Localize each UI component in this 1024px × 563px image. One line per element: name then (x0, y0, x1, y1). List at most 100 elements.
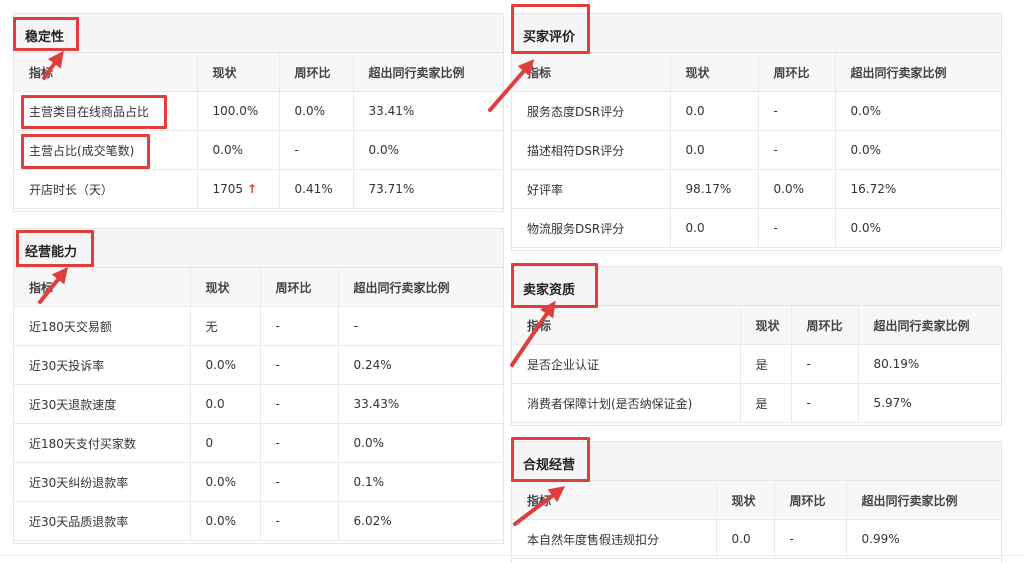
cell-indicator: 近30天投诉率 (14, 345, 191, 385)
cell-indicator: 本自然年度售假违规扣分 (512, 519, 717, 559)
cell-current: 0.0 (189, 384, 261, 424)
cell-indicator: 好评率 (512, 169, 671, 209)
table-row: 近30天品质退款率 0.0% -6.02% (14, 501, 503, 541)
table-row: 近30天纠纷退款率 0.0% -0.1% (14, 462, 503, 502)
cell-current: 无 (189, 306, 261, 346)
cell-exceed: 0.1% (337, 462, 503, 502)
cell-wow: - (790, 344, 859, 384)
cell-indicator: 服务态度DSR评分 (512, 91, 671, 131)
cell-wow: 0.0% (278, 91, 354, 131)
table-row: 物流服务DSR评分 0.0-0.0% (512, 208, 1001, 248)
compliance-table: 指标 现状 周环比 超出同行卖家比例 本自然年度售假违规扣分 0.0-0.99% (512, 481, 1001, 559)
cell-wow: - (757, 91, 836, 131)
cell-exceed: - (337, 306, 503, 346)
cell-wow: - (259, 345, 339, 385)
cell-wow: - (278, 130, 354, 170)
cell-wow: 0.0% (757, 169, 836, 209)
table-row: 开店时长（天） 1705 ↑ 0.41% 73.71% (14, 169, 503, 209)
col-indicator: 指标 (14, 53, 198, 92)
col-current: 现状 (739, 306, 792, 345)
cell-current: 1705 ↑ (196, 169, 280, 209)
table-header-row: 指标 现状 周环比 超出同行卖家比例 (512, 306, 1001, 345)
cell-wow: - (757, 208, 836, 248)
cell-current: 0.0% (196, 130, 280, 170)
col-indicator: 指标 (512, 53, 671, 92)
buyer-review-table: 指标 现状 周环比 超出同行卖家比例 服务态度DSR评分 0.0-0.0% 描述相… (512, 53, 1001, 248)
cell-current: 98.17% (669, 169, 759, 209)
stability-table: 指标 现状 周环比 超出同行卖家比例 主营类目在线商品占比 100.0% 0.0… (14, 53, 503, 209)
cell-exceed: 0.24% (337, 345, 503, 385)
table-row: 服务态度DSR评分 0.0-0.0% (512, 91, 1001, 131)
highlight-box-stability-title (13, 17, 79, 51)
cell-current: 0.0 (669, 91, 759, 131)
trend-up-icon: ↑ (247, 182, 258, 196)
cell-wow: - (259, 384, 339, 424)
highlight-box-buyer-review-title (511, 4, 590, 54)
col-wow: 周环比 (773, 481, 847, 520)
cell-indicator: 近30天纠纷退款率 (14, 462, 191, 502)
seller-qualification-table: 指标 现状 周环比 超出同行卖家比例 是否企业认证是 -80.19% 消费者保障计… (512, 306, 1001, 423)
cell-wow: - (259, 306, 339, 346)
table-row: 是否企业认证是 -80.19% (512, 344, 1001, 384)
table-row: 近180天交易额无 - - (14, 306, 503, 346)
highlight-box-main-ratio (21, 134, 150, 169)
cell-exceed: 0.0% (352, 130, 503, 170)
table-header-row: 指标 现状 周环比 超出同行卖家比例 (512, 53, 1001, 92)
col-indicator: 指标 (512, 481, 717, 520)
cell-indicator: 描述相符DSR评分 (512, 130, 671, 170)
cell-current: 0.0% (189, 345, 261, 385)
cell-current: 0.0 (715, 519, 775, 559)
col-wow: 周环比 (790, 306, 859, 345)
cell-wow: - (259, 501, 339, 541)
cell-exceed: 0.0% (834, 208, 1001, 248)
col-current: 现状 (189, 268, 261, 307)
cell-exceed: 5.97% (857, 383, 1001, 423)
cell-current: 0.0 (669, 208, 759, 248)
highlight-box-category-ratio (21, 95, 167, 129)
table-row: 本自然年度售假违规扣分 0.0-0.99% (512, 519, 1001, 559)
cell-current: 0 (189, 423, 261, 463)
cell-wow: - (259, 423, 339, 463)
cell-exceed: 33.41% (352, 91, 503, 131)
cell-current: 100.0% (196, 91, 280, 131)
cell-indicator: 近30天退款速度 (14, 384, 191, 424)
cell-exceed: 0.0% (337, 423, 503, 463)
cell-current: 是 (739, 344, 792, 384)
col-exceed: 超出同行卖家比例 (857, 306, 1001, 345)
table-row: 近30天投诉率 0.0% -0.24% (14, 345, 503, 385)
cell-current: 0.0% (189, 462, 261, 502)
table-row: 消费者保障计划(是否纳保证金) 是 -5.97% (512, 383, 1001, 423)
table-header-row: 指标 现状 周环比 超出同行卖家比例 (14, 268, 503, 307)
col-exceed: 超出同行卖家比例 (352, 53, 503, 92)
cell-exceed: 0.0% (834, 130, 1001, 170)
cell-exceed: 80.19% (857, 344, 1001, 384)
operation-panel: 经营能力 指标 现状 周环比 超出同行卖家比例 近180天交易额无 - - 近30天… (13, 228, 504, 544)
cell-indicator: 物流服务DSR评分 (512, 208, 671, 248)
cell-wow: - (757, 130, 836, 170)
cell-wow: - (773, 519, 847, 559)
table-header-row: 指标 现状 周环比 超出同行卖家比例 (14, 53, 503, 92)
highlight-box-compliance-title (511, 437, 590, 482)
col-current: 现状 (715, 481, 775, 520)
col-wow: 周环比 (278, 53, 354, 92)
col-exceed: 超出同行卖家比例 (845, 481, 1001, 520)
table-row: 好评率 98.17% 0.0% 16.72% (512, 169, 1001, 209)
cell-indicator: 开店时长（天） (14, 169, 198, 209)
table-row: 描述相符DSR评分 0.0-0.0% (512, 130, 1001, 170)
cell-current: 0.0 (669, 130, 759, 170)
cell-current-value: 1705 (212, 182, 244, 196)
cell-indicator: 近30天品质退款率 (14, 501, 191, 541)
col-indicator: 指标 (14, 268, 191, 307)
col-wow: 周环比 (259, 268, 339, 307)
cell-exceed: 16.72% (834, 169, 1001, 209)
cell-exceed: 6.02% (337, 501, 503, 541)
cell-indicator: 消费者保障计划(是否纳保证金) (512, 383, 741, 423)
cell-exceed: 0.99% (845, 519, 1001, 559)
cell-exceed: 0.0% (834, 91, 1001, 131)
cell-indicator: 近180天交易额 (14, 306, 191, 346)
col-wow: 周环比 (757, 53, 836, 92)
table-row: 近180天支付买家数 0-0.0% (14, 423, 503, 463)
cell-wow: 0.41% (278, 169, 354, 209)
cell-indicator: 是否企业认证 (512, 344, 741, 384)
cell-indicator: 近180天支付买家数 (14, 423, 191, 463)
